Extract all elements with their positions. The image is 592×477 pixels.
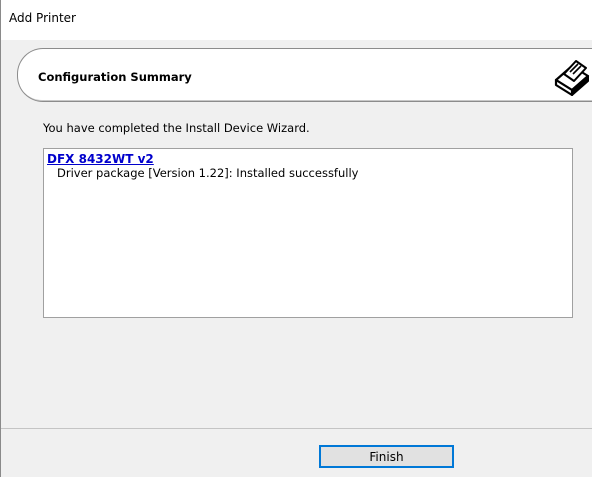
wizard-header-banner: Configuration Summary [17, 48, 592, 102]
completed-message: You have completed the Install Device Wi… [43, 121, 310, 135]
summary-list[interactable]: DFX 8432WT v2 Driver package [Version 1.… [43, 148, 573, 318]
title-bar[interactable]: Add Printer [1, 0, 592, 40]
device-name-link[interactable]: DFX 8432WT v2 [47, 152, 154, 166]
printer-wizard-icon [552, 56, 592, 97]
footer-divider [1, 428, 592, 429]
header-title: Configuration Summary [38, 70, 192, 84]
add-printer-window: Add Printer Configuration Summary You ha… [0, 0, 592, 477]
window-title: Add Printer [9, 11, 76, 25]
driver-status-text: Driver package [Version 1.22]: Installed… [57, 166, 359, 180]
finish-button[interactable]: Finish [319, 445, 454, 468]
